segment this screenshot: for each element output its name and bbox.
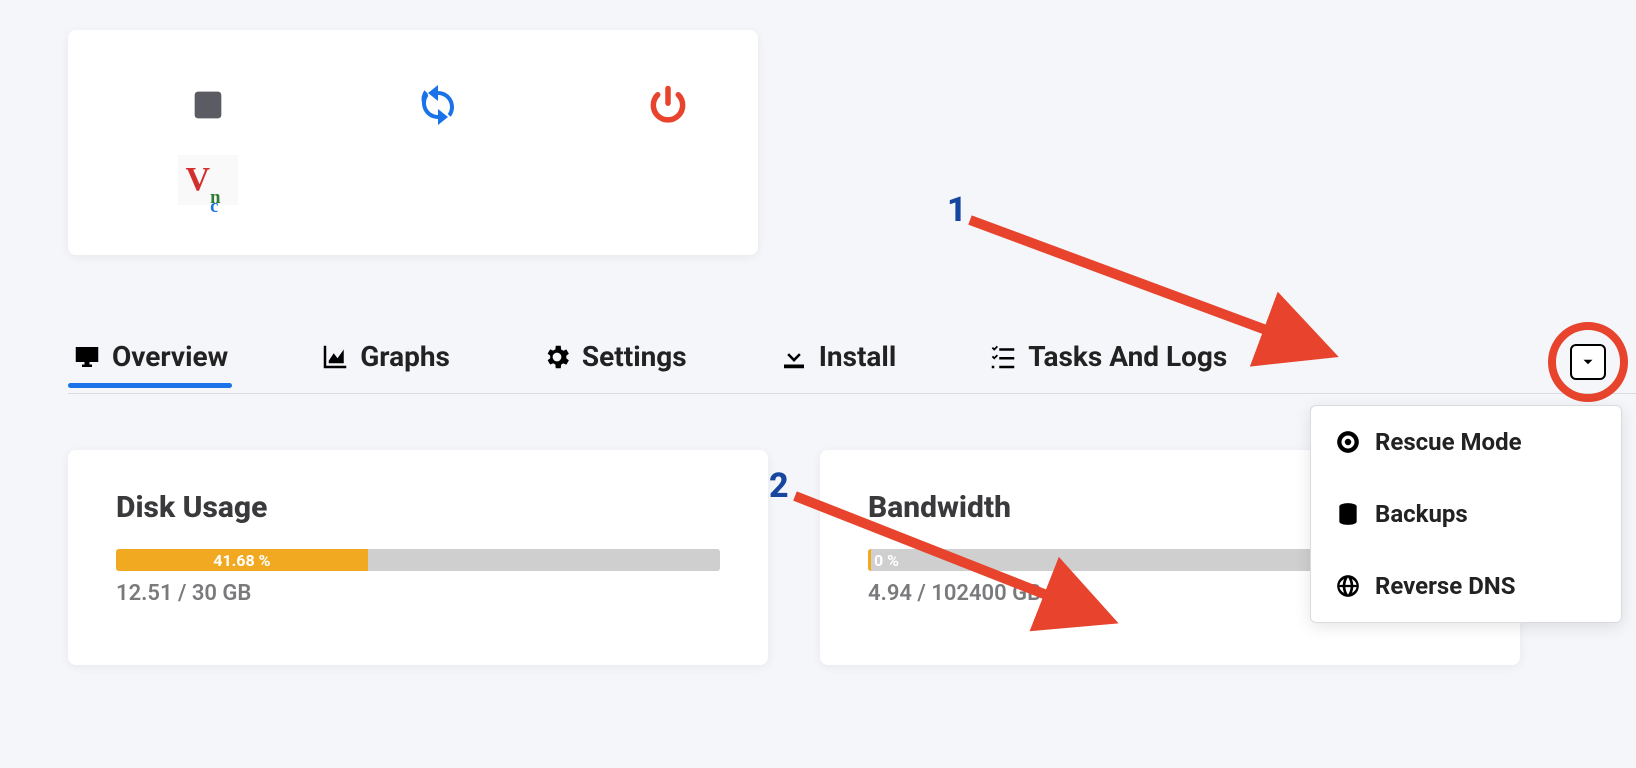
dropdown-label: Backups [1375,500,1468,528]
database-icon [1335,501,1361,527]
monitor-icon [72,342,102,372]
dropdown-item-backups[interactable]: Backups [1311,478,1621,550]
lifebuoy-icon [1335,429,1361,455]
globe-icon [1335,573,1361,599]
refresh-icon [414,81,462,129]
bandwidth-progress-fill [868,549,871,571]
annotation-number-2: 2 [769,466,789,506]
stop-button[interactable] [178,75,238,135]
disk-usage-title: Disk Usage [116,490,720,525]
dropdown-item-rescue-mode[interactable]: Rescue Mode [1311,406,1621,478]
caret-down-icon [1579,353,1597,371]
stop-icon [188,85,228,125]
tab-overview[interactable]: Overview [68,340,232,383]
vnc-button[interactable]: V n c [178,155,238,205]
chart-area-icon [320,342,350,372]
more-tabs-dropdown-trigger[interactable] [1570,344,1606,380]
tab-install[interactable]: Install [775,340,901,383]
disk-usage-card: Disk Usage 41.68 % 12.51 / 30 GB [68,450,768,665]
power-icon [646,83,690,127]
annotation-number-1: 1 [947,190,967,230]
server-dashboard-page: V n c Overview Graphs [0,0,1636,768]
gear-icon [542,342,572,372]
list-check-icon [988,342,1018,372]
download-icon [779,342,809,372]
tab-label: Tasks And Logs [1028,340,1227,373]
action-row [178,75,728,135]
server-actions-card: V n c [68,30,758,255]
tab-tasks-and-logs[interactable]: Tasks And Logs [984,340,1231,383]
power-button[interactable] [638,75,698,135]
tab-label: Settings [582,340,687,373]
more-tabs-dropdown: Rescue Mode Backups Reverse DNS [1310,405,1622,623]
disk-usage-progress: 41.68 % [116,549,720,571]
tab-label: Overview [112,340,228,373]
dropdown-label: Rescue Mode [1375,428,1522,456]
tab-graphs[interactable]: Graphs [316,340,454,383]
vnc-icon: V n c [186,163,231,197]
disk-usage-percent: 41.68 % [116,549,368,571]
bandwidth-percent: 0 % [874,549,899,571]
dropdown-item-reverse-dns[interactable]: Reverse DNS [1311,550,1621,622]
disk-usage-sub: 12.51 / 30 GB [116,581,720,606]
tab-settings[interactable]: Settings [538,340,691,383]
tab-nav: Overview Graphs Settings Install Tasks A… [68,330,1636,394]
restart-button[interactable] [408,75,468,135]
dropdown-label: Reverse DNS [1375,572,1516,600]
vnc-row: V n c [178,155,728,205]
tab-label: Graphs [360,340,450,373]
tab-label: Install [819,340,897,373]
